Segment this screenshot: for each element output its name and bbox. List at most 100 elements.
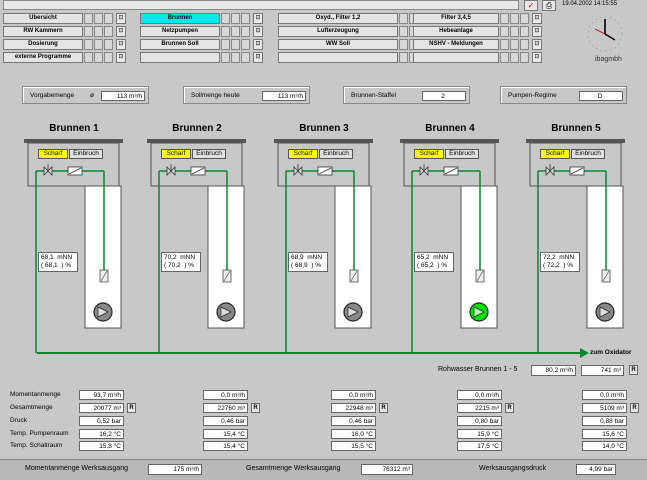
rohwasser-reset-button[interactable]: R	[629, 365, 638, 375]
level-mnn: 70,2 mNN	[164, 254, 196, 261]
nav-status-indicator	[500, 26, 509, 37]
well-1-value: 16,2 °C	[79, 429, 124, 439]
nav-status-indicator	[241, 26, 250, 37]
sollmenge-label: Sollmenge heute	[191, 92, 240, 99]
reset-total-button[interactable]: R	[127, 403, 136, 413]
nav-button-0-3[interactable]: externe Programme	[3, 52, 83, 63]
nav-button-1-2[interactable]: Brunnen Soll	[140, 39, 220, 50]
lock-icon[interactable]: ⊡	[532, 52, 542, 63]
scharf-button[interactable]: Scharf	[161, 149, 191, 159]
level-percent: ( 65,2 ) %	[417, 262, 447, 269]
nav-button-2-1[interactable]: Lufterzeugung	[278, 26, 398, 37]
rohwasser-total: 741 m³	[581, 365, 624, 376]
footer-bar: Momentanmenge Werksausgang 175 m³/h Gesa…	[0, 459, 647, 480]
reset-total-button[interactable]: R	[630, 403, 639, 413]
reset-total-button[interactable]: R	[251, 403, 260, 413]
lock-icon[interactable]: ⊡	[253, 39, 263, 50]
nav-status-indicator	[231, 26, 240, 37]
nav-status-indicator	[510, 26, 519, 37]
well-title: Brunnen 1	[49, 123, 99, 134]
vorgabemenge-panel: Vorgabemenge ø 113 m³/h	[22, 86, 149, 104]
lock-icon[interactable]: ⊡	[532, 39, 542, 50]
brunnen-staffel-panel: Brunnen-Staffel 2	[343, 86, 470, 104]
printer-icon[interactable]: ⎙	[542, 0, 556, 11]
einbruch-button[interactable]: Einbruch	[571, 149, 605, 159]
check-icon[interactable]: ✓	[524, 0, 538, 11]
rohwasser-flow: 80,2 m³/h	[531, 365, 576, 376]
level-percent: ( 68,9 ) %	[291, 262, 321, 269]
well-3-value: 0,0 m³/h	[331, 390, 376, 400]
lock-icon[interactable]: ⊡	[532, 26, 542, 37]
lock-icon[interactable]: ⊡	[116, 52, 126, 63]
well-3-value: 22948 m³	[331, 403, 376, 413]
nav-button-2-3[interactable]	[278, 52, 398, 63]
nav-button-3-3[interactable]	[413, 52, 499, 63]
well-roof	[400, 139, 499, 143]
footer-gesamt-value: 76312 m³	[361, 464, 413, 475]
nav-status-indicator	[84, 39, 93, 50]
level-percent: ( 70,2 ) %	[164, 262, 194, 269]
sollmenge-panel: Sollmenge heute 113 m³/h	[183, 86, 310, 104]
nav-button-1-1[interactable]: Netzpumpen	[140, 26, 220, 37]
well-5-value: 0,88 bar	[582, 416, 627, 426]
scharf-button[interactable]: Scharf	[38, 149, 68, 159]
nav-button-2-0[interactable]: Oxyd., Filter 1,2	[278, 13, 398, 24]
nav-button-0-2[interactable]: Dosierung	[3, 39, 83, 50]
well-title: Brunnen 3	[299, 123, 349, 134]
nav-status-indicator	[520, 52, 529, 63]
brunnen-staffel-value: 2	[422, 91, 466, 101]
lock-icon[interactable]: ⊡	[253, 13, 263, 24]
scharf-button[interactable]: Scharf	[288, 149, 318, 159]
nav-status-indicator	[520, 26, 529, 37]
row-label: Temp. Schaltraum	[10, 442, 63, 449]
well-3-value: 0,46 bar	[331, 416, 376, 426]
nav-button-3-1[interactable]: Hebeanlage	[413, 26, 499, 37]
nav-button-3-0[interactable]: Filter 3,4,5	[413, 13, 499, 24]
nav-status-indicator	[241, 52, 250, 63]
nav-button-0-0[interactable]: Übersicht	[3, 13, 83, 24]
well-1-value: 0,52 bar	[79, 416, 124, 426]
well-roof	[147, 139, 246, 143]
scharf-button[interactable]: Scharf	[414, 149, 444, 159]
well-2-value: 0,46 bar	[203, 416, 248, 426]
nav-status-indicator	[84, 52, 93, 63]
einbruch-button[interactable]: Einbruch	[69, 149, 103, 159]
lock-icon[interactable]: ⊡	[116, 26, 126, 37]
nav-button-1-3[interactable]	[140, 52, 220, 63]
top-bar: ✓ ⎙ 19.04.2002 14:15:55	[0, 0, 647, 12]
footer-moment-value: 175 m³/h	[148, 464, 202, 475]
lock-icon[interactable]: ⊡	[253, 26, 263, 37]
lock-icon[interactable]: ⊡	[116, 39, 126, 50]
lock-icon[interactable]: ⊡	[253, 52, 263, 63]
footer-druck-value: 4,99 bar	[576, 464, 616, 475]
nav-status-indicator	[500, 13, 509, 24]
nav-status-indicator	[510, 13, 519, 24]
message-field	[3, 0, 519, 10]
lock-icon[interactable]: ⊡	[532, 13, 542, 24]
einbruch-button[interactable]: Einbruch	[192, 149, 226, 159]
level-percent: ( 68,1 ) %	[41, 262, 71, 269]
nav-status-indicator	[221, 13, 230, 24]
nav-status-indicator	[231, 52, 240, 63]
nav-button-3-2[interactable]: NSHV - Meldungen	[413, 39, 499, 50]
nav-button-0-1[interactable]: RW Kammern	[3, 26, 83, 37]
well-3-value: 16,0 °C	[331, 429, 376, 439]
nav-status-indicator	[104, 52, 113, 63]
flow-arrow-icon	[580, 348, 589, 358]
reset-total-button[interactable]: R	[505, 403, 514, 413]
reset-total-button[interactable]: R	[379, 403, 388, 413]
well-3-value: 15,5 °C	[331, 441, 376, 451]
nav-status-indicator	[520, 39, 529, 50]
footer-druck-label: Werksausgangsdruck	[479, 465, 547, 472]
nav-button-1-0[interactable]: Brunnen	[140, 13, 220, 24]
scharf-button[interactable]: Scharf	[540, 149, 570, 159]
lock-icon[interactable]: ⊡	[116, 13, 126, 24]
nav-button-2-2[interactable]: WW Soll	[278, 39, 398, 50]
clock-icon	[587, 16, 623, 52]
einbruch-button[interactable]: Einbruch	[319, 149, 353, 159]
water-level-display: 70,2 mNN( 70,2 ) %	[161, 252, 201, 272]
einbruch-button[interactable]: Einbruch	[445, 149, 479, 159]
well-2-value: 0,0 m³/h	[203, 390, 248, 400]
vorgabemenge-value: 113 m³/h	[101, 91, 145, 101]
company-label: ibagmbh	[595, 56, 622, 63]
